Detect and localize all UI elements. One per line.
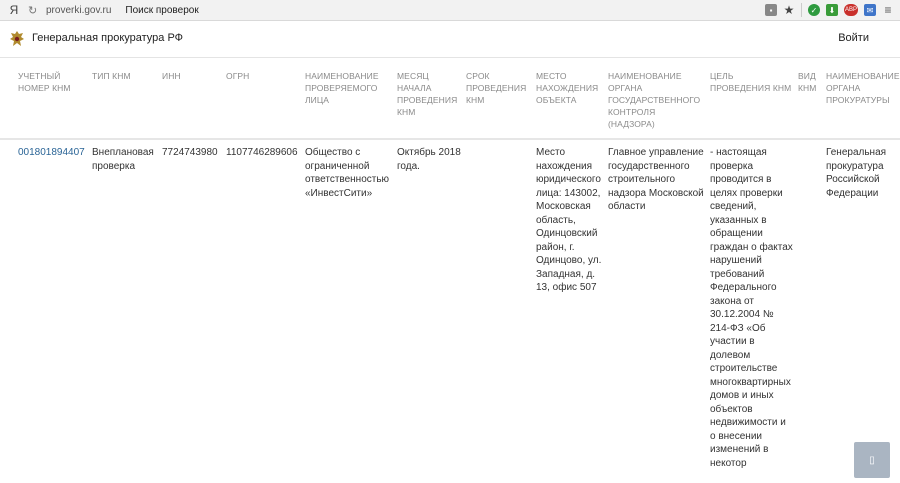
cell-ogrn: 1107746289606 bbox=[226, 147, 298, 158]
toolbar-divider bbox=[801, 3, 802, 17]
col-header-month: МЕСЯЦ НАЧАЛА ПРОВЕДЕНИЯ КНМ bbox=[397, 71, 458, 117]
col-header-type: ТИП КНМ bbox=[92, 71, 131, 81]
col-header-kind: ВИД КНМ bbox=[798, 71, 817, 93]
emblem-icon bbox=[10, 31, 24, 46]
cell-prosecutor: Генеральная прокуратура Российской Федер… bbox=[826, 147, 887, 199]
cell-inn: 7724743980 bbox=[162, 147, 218, 158]
address-url[interactable]: proverki.gov.ru bbox=[46, 5, 111, 16]
cell-location: Место нахождения юридического лица: 1430… bbox=[536, 147, 602, 293]
browser-page-title: Поиск проверок bbox=[125, 4, 199, 16]
cell-authority: Главное управление государственного стро… bbox=[608, 147, 704, 212]
adblock-icon[interactable]: ABP bbox=[844, 4, 858, 16]
yandex-logo[interactable]: Я bbox=[0, 3, 28, 17]
mail-icon[interactable]: ✉ bbox=[864, 4, 876, 16]
cell-type: Внеплановая проверка bbox=[92, 147, 154, 172]
inspection-number-link[interactable]: 001801894407 bbox=[18, 146, 88, 160]
col-header-location: МЕСТО НАХОЖДЕНИЯ ОБЪЕКТА bbox=[536, 71, 599, 105]
shield-icon[interactable]: ✓ bbox=[808, 4, 820, 16]
browser-extensions: ▪ ★ ✓ ⬇ ABP ✉ ≡ bbox=[765, 3, 894, 17]
col-header-inn: ИНН bbox=[162, 71, 181, 81]
col-header-number: УЧЕТНЫЙ НОМЕР КНМ bbox=[18, 71, 71, 93]
star-icon[interactable]: ★ bbox=[783, 3, 795, 17]
browser-toolbar: Я ↻ proverki.gov.ru Поиск проверок ▪ ★ ✓… bbox=[0, 0, 900, 21]
col-header-authority: НАИМЕНОВАНИЕ ОРГАНА ГОСУДАРСТВЕННОГО КОН… bbox=[608, 71, 701, 129]
download-icon[interactable]: ⬇ bbox=[826, 4, 838, 16]
reload-icon[interactable]: ↻ bbox=[28, 4, 42, 17]
site-header: Генеральная прокуратура РФ Войти bbox=[0, 21, 900, 58]
col-header-prosecutor: НАИМЕНОВАНИЕ ОРГАНА ПРОКУРАТУРЫ bbox=[826, 71, 900, 105]
col-header-ogrn: ОГРН bbox=[226, 71, 250, 81]
scroll-top-button[interactable]: ▯ bbox=[854, 442, 890, 478]
col-header-purpose: ЦЕЛЬ ПРОВЕДЕНИЯ КНМ bbox=[710, 71, 792, 93]
login-link[interactable]: Войти bbox=[838, 32, 869, 44]
site-title[interactable]: Генеральная прокуратура РФ bbox=[32, 32, 183, 44]
cell-name: Общество с ограниченной ответственностью… bbox=[305, 147, 390, 199]
arrow-up-icon: ▯ bbox=[869, 454, 875, 466]
table-header: УЧЕТНЫЙ НОМЕР КНМ ТИП КНМ ИНН ОГРН НАИМЕ… bbox=[0, 58, 900, 140]
col-header-duration: СРОК ПРОВЕДЕНИЯ КНМ bbox=[466, 71, 527, 105]
cell-month: Октябрь 2018 года. bbox=[397, 147, 461, 172]
lock-icon[interactable]: ▪ bbox=[765, 4, 777, 16]
cell-purpose: - настоящая проверка проводится в целях … bbox=[710, 147, 793, 469]
col-header-name: НАИМЕНОВАНИЕ ПРОВЕРЯЕМОГО ЛИЦА bbox=[305, 71, 379, 105]
menu-icon[interactable]: ≡ bbox=[882, 3, 894, 17]
